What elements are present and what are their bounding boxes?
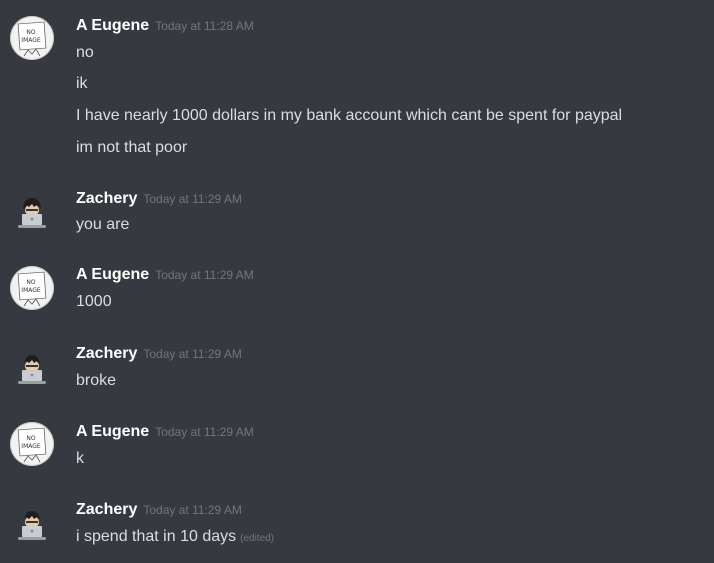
message-line: k	[76, 450, 84, 467]
message-line: I have nearly 1000 dollars in my bank ac…	[76, 107, 623, 124]
message-line: broke	[76, 372, 117, 389]
no-image-icon: NO IMAGE	[17, 427, 47, 463]
timestamp[interactable]: Today at 11:28 AM	[155, 19, 254, 33]
username[interactable]: Zachery	[76, 501, 137, 518]
message-header: Zachery Today at 11:29 AM	[76, 500, 242, 520]
laptop-person-icon	[18, 511, 46, 540]
username[interactable]: A Eugene	[76, 423, 149, 440]
edited-indicator: (edited)	[240, 533, 275, 544]
timestamp[interactable]: Today at 11:29 AM	[143, 503, 242, 517]
timestamp[interactable]: Today at 11:29 AM	[143, 192, 242, 206]
username[interactable]: A Eugene	[76, 17, 149, 34]
username[interactable]: Zachery	[76, 190, 137, 207]
message-line: im not that poor	[76, 139, 188, 156]
message-line: ik	[76, 75, 88, 92]
message-line: 1000	[76, 293, 112, 310]
message-header: Zachery Today at 11:29 AM	[76, 189, 242, 209]
message-header: A Eugene Today at 11:28 AM	[76, 16, 254, 36]
username[interactable]: Zachery	[76, 345, 137, 362]
chat-messages: NO IMAGE A Eugene Today at 11:28 AM no ik…	[0, 0, 714, 563]
no-image-text-1: NO	[26, 435, 35, 442]
timestamp[interactable]: Today at 11:29 AM	[155, 268, 254, 282]
message-header: Zachery Today at 11:29 AM	[76, 344, 242, 364]
username[interactable]: A Eugene	[76, 266, 149, 283]
message-line: no	[76, 44, 94, 61]
no-image-icon: NO IMAGE	[17, 271, 47, 307]
laptop-person-icon	[18, 198, 46, 228]
avatar[interactable]: NO IMAGE	[10, 266, 54, 310]
no-image-text-2: IMAGE	[21, 37, 41, 44]
avatar[interactable]: NO IMAGE	[10, 422, 54, 466]
no-image-text-2: IMAGE	[21, 443, 41, 450]
avatar[interactable]	[10, 190, 54, 234]
laptop-person-icon	[18, 355, 46, 384]
no-image-icon: NO IMAGE	[17, 21, 47, 57]
avatar[interactable]	[10, 346, 54, 390]
timestamp[interactable]: Today at 11:29 AM	[143, 347, 242, 361]
timestamp[interactable]: Today at 11:29 AM	[155, 425, 254, 439]
avatar[interactable]	[10, 502, 54, 546]
message-text: i spend that in 10 days	[76, 528, 237, 545]
message-line: you are	[76, 216, 130, 233]
avatar[interactable]: NO IMAGE	[10, 16, 54, 60]
message-header: A Eugene Today at 11:29 AM	[76, 422, 254, 442]
message-line: i spend that in 10 days (edited)	[76, 526, 274, 550]
no-image-text-1: NO	[26, 279, 35, 286]
no-image-text-2: IMAGE	[21, 287, 41, 294]
no-image-text-1: NO	[26, 29, 35, 36]
message-header: A Eugene Today at 11:29 AM	[76, 265, 254, 285]
